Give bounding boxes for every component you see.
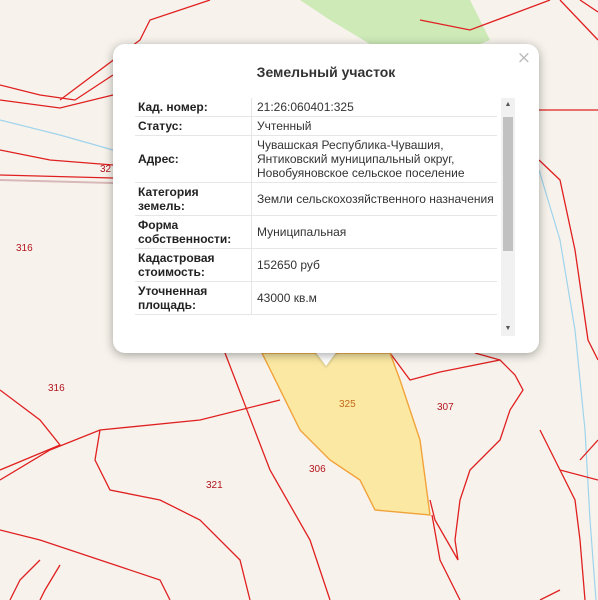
scrollbar-thumb[interactable]: [503, 117, 513, 251]
row-key: Статус:: [135, 116, 252, 136]
row-value: Земли сельскохозяйственного назначения: [251, 182, 497, 216]
scroll-up-icon[interactable]: ▲: [501, 98, 515, 112]
row-value: 21:26:060401:325: [251, 98, 497, 117]
parcel-label: 321: [206, 480, 223, 491]
row-key: Кад. номер:: [135, 98, 252, 117]
row-key: Форма собственности:: [135, 215, 252, 249]
table-row: Адрес: Чувашская Республика-Чувашия, Янти…: [135, 135, 497, 183]
row-key: Адрес:: [135, 135, 252, 183]
popup-title: Земельный участок: [256, 64, 396, 80]
water-line: [538, 169, 597, 600]
scroll-down-icon[interactable]: ▼: [501, 322, 515, 336]
row-value: Чувашская Республика-Чувашия, Янтиковски…: [251, 135, 497, 183]
parcel-info-table: Кад. номер: 21:26:060401:325 Статус: Учтен…: [135, 98, 497, 315]
table-row: Форма собственности: Муниципальная: [135, 215, 497, 249]
row-value: Муниципальная: [251, 215, 497, 249]
row-value: 152650 руб: [251, 248, 497, 282]
parcel-label: 307: [437, 402, 454, 413]
table-row: Категория земель: Земли сельскохозяйствен…: [135, 182, 497, 216]
table-row: Статус: Учтенный: [135, 116, 497, 136]
row-key: Уточненная площадь:: [135, 281, 252, 315]
selected-parcel[interactable]: [260, 352, 431, 516]
selected-parcel-label: 325: [339, 399, 356, 410]
scrollbar[interactable]: ▲ ▼: [501, 98, 515, 336]
table-row: Уточненная площадь: 43000 кв.м: [135, 281, 497, 315]
parcel-label: 306: [309, 464, 326, 475]
parcel-label: 32: [100, 164, 112, 175]
parcel-info-popup: × Земельный участок Кад. номер: 21:26:060…: [113, 44, 539, 353]
row-value: 43000 кв.м: [251, 281, 497, 315]
table-row: Кад. номер: 21:26:060401:325: [135, 98, 497, 117]
table-row: Кадастровая стоимость: 152650 руб: [135, 248, 497, 282]
water-line: [0, 119, 114, 151]
road-line: [0, 179, 114, 184]
row-value: Учтенный: [251, 116, 497, 136]
row-key: Кадастровая стоимость:: [135, 248, 252, 282]
info-scroll-area[interactable]: Кад. номер: 21:26:060401:325 Статус: Учтен…: [135, 98, 519, 336]
parcel-label: 316: [16, 243, 33, 254]
row-key: Категория земель:: [135, 182, 252, 216]
parcel-label: 316: [48, 383, 65, 394]
